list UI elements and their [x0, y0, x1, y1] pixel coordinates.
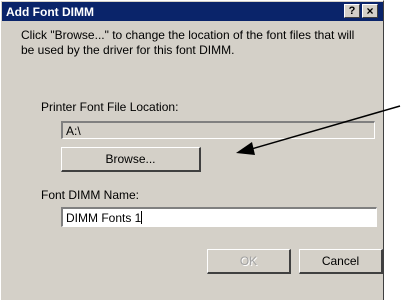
title-bar[interactable]: Add Font DIMM ? × — [2, 2, 383, 21]
location-label: Printer Font File Location: — [41, 100, 179, 114]
dialog-title: Add Font DIMM — [6, 5, 94, 19]
font-dimm-name-label: Font DIMM Name: — [41, 188, 140, 202]
instruction-text: Click "Browse..." to change the location… — [21, 28, 355, 57]
close-icon[interactable]: × — [362, 4, 378, 18]
font-dimm-name-value: DIMM Fonts 1 — [66, 211, 142, 225]
help-icon[interactable]: ? — [344, 4, 360, 18]
ok-button[interactable]: OK — [207, 249, 291, 274]
cancel-button[interactable]: Cancel — [299, 249, 383, 274]
font-location-field: A:\ — [61, 121, 375, 139]
font-location-value: A:\ — [66, 124, 81, 138]
font-dimm-name-input[interactable]: DIMM Fonts 1 — [61, 207, 377, 227]
browse-button[interactable]: Browse... — [61, 147, 201, 172]
add-font-dimm-dialog: Add Font DIMM ? × Click "Browse..." to c… — [0, 0, 384, 300]
text-caret — [141, 211, 143, 224]
